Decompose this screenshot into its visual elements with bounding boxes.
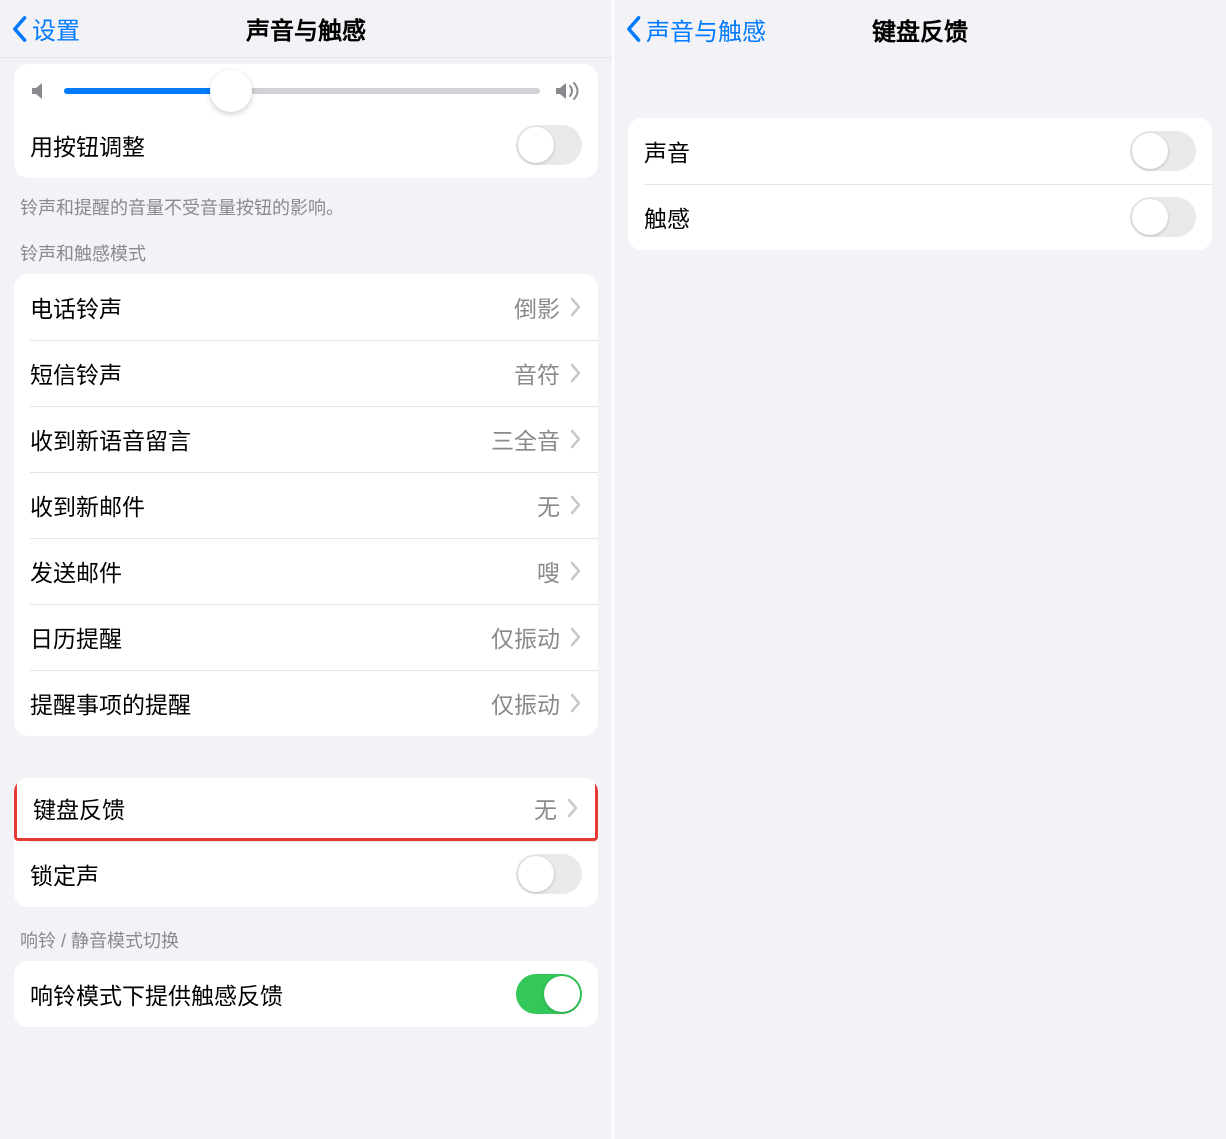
- row-value: 无: [537, 488, 560, 522]
- chevron-left-icon: [10, 15, 28, 43]
- reminder-alert-row[interactable]: 提醒事项的提醒 仅振动: [14, 670, 598, 736]
- row-label: 短信铃声: [30, 356, 514, 390]
- keyboard-feedback-options-group: 声音 触感: [628, 118, 1212, 250]
- content-area: 用按钮调整 铃声和提醒的音量不受音量按钮的影响。 铃声和触感模式 电话铃声 倒影…: [0, 58, 612, 1139]
- adjust-with-buttons-toggle[interactable]: [516, 125, 582, 165]
- keyboard-sound-label: 声音: [644, 134, 1130, 168]
- row-value: 仅振动: [491, 686, 560, 720]
- volume-slider-thumb[interactable]: [210, 70, 252, 112]
- screen-sounds-haptics: 设置 声音与触感 用按钮调整: [0, 0, 614, 1139]
- chevron-right-icon: [570, 363, 582, 383]
- volume-slider-row: [14, 64, 598, 112]
- volume-high-icon: [554, 80, 582, 102]
- lock-sound-row[interactable]: 锁定声: [14, 841, 598, 907]
- row-label: 发送邮件: [30, 554, 537, 588]
- chevron-right-icon: [570, 693, 582, 713]
- row-value: 倒影: [514, 290, 560, 324]
- keyboard-feedback-value: 无: [534, 791, 557, 825]
- keyboard-feedback-label: 键盘反馈: [33, 791, 534, 825]
- voicemail-row[interactable]: 收到新语音留言 三全音: [14, 406, 598, 472]
- ring-haptic-row[interactable]: 响铃模式下提供触感反馈: [14, 961, 598, 1027]
- volume-slider[interactable]: [64, 88, 540, 94]
- ring-silent-header: 响铃 / 静音模式切换: [20, 927, 592, 953]
- row-label: 收到新语音留言: [30, 422, 491, 456]
- adjust-footer-text: 铃声和提醒的音量不受音量按钮的影响。: [20, 194, 592, 220]
- nav-bar: 设置 声音与触感: [0, 0, 612, 58]
- chevron-right-icon: [570, 495, 582, 515]
- chevron-left-icon: [624, 15, 642, 43]
- new-mail-row[interactable]: 收到新邮件 无: [14, 472, 598, 538]
- row-value: 音符: [514, 356, 560, 390]
- adjust-with-buttons-row[interactable]: 用按钮调整: [14, 112, 598, 178]
- keyboard-haptic-label: 触感: [644, 200, 1130, 234]
- patterns-group: 电话铃声 倒影 短信铃声 音符 收到新语音留言 三全音 收到新邮件 无 发送邮件: [14, 274, 598, 736]
- row-label: 电话铃声: [30, 290, 514, 324]
- row-value: 嗖: [537, 554, 560, 588]
- row-label: 收到新邮件: [30, 488, 537, 522]
- text-tone-row[interactable]: 短信铃声 音符: [14, 340, 598, 406]
- row-value: 三全音: [491, 422, 560, 456]
- keyboard-sound-toggle[interactable]: [1130, 131, 1196, 171]
- ringtone-row[interactable]: 电话铃声 倒影: [14, 274, 598, 340]
- chevron-right-icon: [570, 627, 582, 647]
- patterns-header: 铃声和触感模式: [20, 240, 592, 266]
- nav-back-button[interactable]: 设置: [10, 11, 80, 46]
- keyboard-feedback-row[interactable]: 键盘反馈 无: [14, 778, 598, 841]
- chevron-right-icon: [570, 561, 582, 581]
- keyboard-sound-row[interactable]: 声音: [628, 118, 1212, 184]
- chevron-right-icon: [570, 429, 582, 449]
- nav-back-label: 声音与触感: [646, 12, 766, 47]
- adjust-with-buttons-label: 用按钮调整: [30, 128, 516, 162]
- nav-bar: 声音与触感 键盘反馈: [614, 0, 1226, 58]
- volume-slider-fill: [64, 88, 231, 94]
- volume-group: 用按钮调整: [14, 64, 598, 178]
- nav-title: 声音与触感: [246, 11, 366, 46]
- screen-keyboard-feedback: 声音与触感 键盘反馈 声音 触感: [614, 0, 1226, 1139]
- ring-silent-group: 响铃模式下提供触感反馈: [14, 961, 598, 1027]
- lock-sound-toggle[interactable]: [516, 854, 582, 894]
- calendar-alert-row[interactable]: 日历提醒 仅振动: [14, 604, 598, 670]
- nav-back-label: 设置: [32, 11, 80, 46]
- sent-mail-row[interactable]: 发送邮件 嗖: [14, 538, 598, 604]
- ring-haptic-toggle[interactable]: [516, 974, 582, 1014]
- chevron-right-icon: [567, 798, 579, 818]
- keyboard-haptic-toggle[interactable]: [1130, 197, 1196, 237]
- chevron-right-icon: [570, 297, 582, 317]
- content-area: 声音 触感: [614, 58, 1226, 1139]
- row-value: 仅振动: [491, 620, 560, 654]
- keyboard-haptic-row[interactable]: 触感: [628, 184, 1212, 250]
- row-label: 日历提醒: [30, 620, 491, 654]
- nav-back-button[interactable]: 声音与触感: [624, 12, 766, 47]
- ring-haptic-label: 响铃模式下提供触感反馈: [30, 977, 516, 1011]
- nav-title: 键盘反馈: [872, 12, 968, 47]
- keyboard-lock-group: 键盘反馈 无 锁定声: [14, 778, 598, 907]
- lock-sound-label: 锁定声: [30, 857, 516, 891]
- volume-low-icon: [30, 80, 50, 102]
- row-label: 提醒事项的提醒: [30, 686, 491, 720]
